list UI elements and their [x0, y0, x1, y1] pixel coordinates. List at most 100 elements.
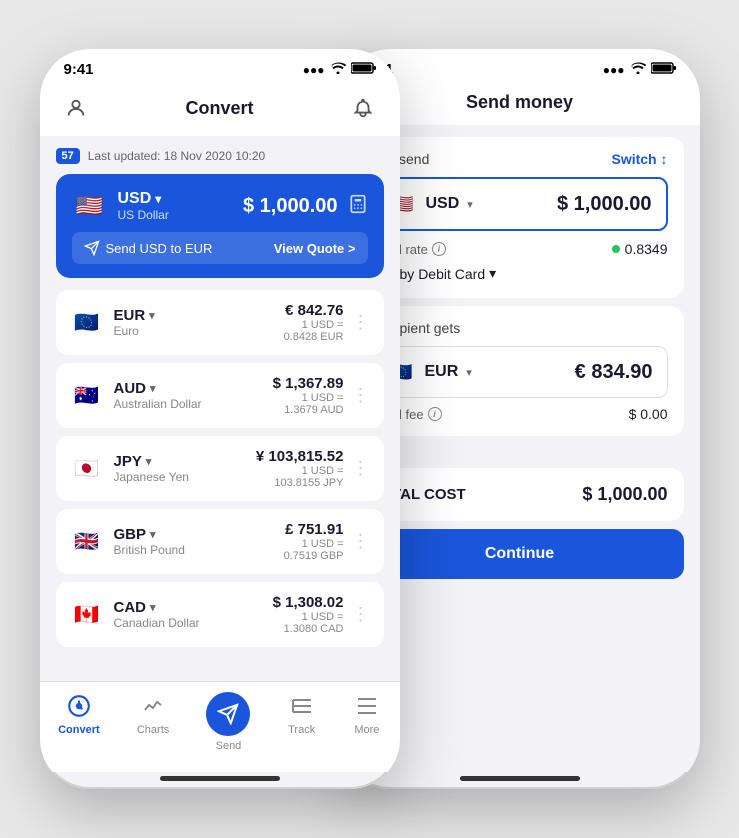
you-send-input-row[interactable]: 🇺🇸 USD ▾ $ 1,000.00: [372, 177, 668, 231]
send-rate-row: Send rate i 0.8349: [372, 231, 668, 261]
code-aud[interactable]: AUD ▾: [114, 380, 202, 397]
more-nav-icon: [353, 692, 381, 720]
recipient-input-row[interactable]: 🇪🇺 EUR ▾ € 834.90: [372, 346, 668, 398]
usd-flag: 🇺🇸: [72, 188, 108, 224]
wifi-icon-left: [330, 62, 346, 77]
dots-icon-cad[interactable]: ⋮: [352, 604, 370, 625]
switch-button[interactable]: Switch ↕: [611, 151, 667, 167]
rate-gbp: 1 USD =0.7519 GBP: [284, 538, 344, 562]
name-jpy: Japanese Yen: [114, 470, 189, 484]
amount-eur: € 842.76: [284, 302, 344, 319]
send-nav-icon: [206, 692, 250, 736]
recipient-gets-section: Recipient gets 🇪🇺 EUR ▾ € 834.90 Send fe…: [356, 306, 684, 436]
continue-button[interactable]: Continue: [356, 529, 684, 579]
send-currency-code: USD: [426, 195, 460, 213]
total-cost-bar: TOTAL COST $ 1,000.00: [356, 468, 684, 521]
convert-nav-icon: [65, 692, 93, 720]
send-currency-select[interactable]: 🇺🇸 USD ▾: [388, 189, 473, 219]
currency-row-eur[interactable]: 🇪🇺 EUR ▾ Euro € 842.76 1 USD =0.8428 EUR…: [56, 290, 384, 355]
main-currency-card[interactable]: 🇺🇸 USD ▾ US Dollar $ 1,000.00: [56, 174, 384, 278]
amount-cad: $ 1,308.02: [273, 594, 344, 611]
wifi-icon-right: [630, 62, 646, 77]
flag-aud: 🇦🇺: [70, 379, 104, 413]
flag-gbp: 🇬🇧: [70, 525, 104, 559]
battery-icon-right: [651, 62, 676, 77]
usd-amount: $ 1,000.00: [243, 195, 338, 218]
bottom-nav-left: Convert Charts Send Track: [40, 681, 400, 772]
recipient-currency-code: EUR: [425, 363, 459, 381]
page-title-left: Convert: [185, 98, 253, 119]
send-rate-info-icon[interactable]: i: [432, 242, 446, 256]
usd-dropdown-icon[interactable]: ▾: [155, 192, 161, 206]
usd-code[interactable]: USD ▾: [118, 190, 169, 208]
dots-icon-eur[interactable]: ⋮: [352, 312, 370, 333]
recipient-amount: € 834.90: [575, 361, 653, 384]
flag-cad: 🇨🇦: [70, 598, 104, 632]
nav-more-label: More: [354, 724, 379, 736]
nav-convert[interactable]: Convert: [58, 692, 100, 752]
send-rate-value: 0.8349: [612, 241, 668, 257]
pay-method-chevron[interactable]: ▾: [489, 265, 496, 282]
currency-row-gbp[interactable]: 🇬🇧 GBP ▾ British Pound £ 751.91 1 USD =0…: [56, 509, 384, 574]
dots-icon-jpy[interactable]: ⋮: [352, 458, 370, 479]
nav-charts[interactable]: Charts: [137, 692, 169, 752]
currency-row-cad[interactable]: 🇨🇦 CAD ▾ Canadian Dollar $ 1,308.02 1 US…: [56, 582, 384, 647]
app-header-left: Convert: [40, 84, 400, 136]
status-time-left: 9:41: [64, 61, 94, 78]
rate-cad: 1 USD =1.3080 CAD: [273, 611, 344, 635]
nav-more[interactable]: More: [353, 692, 381, 752]
send-amount[interactable]: $ 1,000.00: [557, 193, 652, 216]
status-icons-left: ●●●: [303, 62, 376, 77]
rate-aud: 1 USD =1.3679 AUD: [273, 392, 344, 416]
view-quote-btn[interactable]: View Quote >: [274, 241, 356, 256]
dots-icon-aud[interactable]: ⋮: [352, 385, 370, 406]
last-updated-bar: 57 Last updated: 18 Nov 2020 10:20: [56, 148, 384, 164]
code-cad[interactable]: CAD ▾: [114, 599, 200, 616]
rate-jpy: 1 USD =103.8155 JPY: [256, 465, 344, 489]
dots-icon-gbp[interactable]: ⋮: [352, 531, 370, 552]
nav-send[interactable]: Send: [206, 692, 250, 752]
currency-row-aud[interactable]: 🇦🇺 AUD ▾ Australian Dollar $ 1,367.89 1 …: [56, 363, 384, 428]
flag-eur: 🇪🇺: [70, 306, 104, 340]
recipient-gets-label: Recipient gets: [372, 320, 668, 336]
name-cad: Canadian Dollar: [114, 616, 200, 630]
name-eur: Euro: [114, 324, 155, 338]
recipient-currency-chevron[interactable]: ▾: [466, 366, 472, 379]
amount-aud: $ 1,367.89: [273, 375, 344, 392]
green-dot-icon: [612, 245, 620, 253]
name-gbp: British Pound: [114, 543, 185, 557]
send-bar[interactable]: Send USD to EUR View Quote >: [72, 232, 368, 264]
battery-icon-left: [351, 62, 376, 77]
nav-track[interactable]: Track: [288, 692, 316, 752]
name-aud: Australian Dollar: [114, 397, 202, 411]
send-fee-row: Send fee i $ 0.00: [372, 398, 668, 422]
status-icons-right: ●●●: [603, 62, 676, 77]
home-indicator-left: [160, 776, 280, 781]
page-title-right: Send money: [466, 92, 573, 113]
chart-nav-icon: [139, 692, 167, 720]
send-fee-info-icon[interactable]: i: [428, 407, 442, 421]
code-jpy[interactable]: JPY ▾: [114, 453, 189, 470]
user-icon[interactable]: [60, 92, 92, 124]
code-eur[interactable]: EUR ▾: [114, 307, 155, 324]
nav-send-label: Send: [216, 740, 242, 752]
send-currency-chevron[interactable]: ▾: [467, 198, 473, 211]
bell-icon[interactable]: [347, 92, 379, 124]
total-cost-value: $ 1,000.00: [582, 484, 667, 505]
nav-convert-label: Convert: [58, 724, 100, 736]
status-bar-left: 9:41 ●●●: [40, 49, 400, 84]
send-label: Send USD to EUR: [106, 241, 213, 256]
code-gbp[interactable]: GBP ▾: [114, 526, 185, 543]
calculator-icon[interactable]: [348, 194, 368, 219]
home-indicator-right: [460, 776, 580, 781]
currency-row-jpy[interactable]: 🇯🇵 JPY ▾ Japanese Yen ¥ 103,815.52 1 USD…: [56, 436, 384, 501]
amount-jpy: ¥ 103,815.52: [256, 448, 344, 465]
phones-container: 9:41 ●●● Convert: [20, 20, 719, 818]
update-text: Last updated: 18 Nov 2020 10:20: [88, 149, 265, 163]
pay-method-row[interactable]: Pay by Debit Card ▾: [372, 261, 668, 284]
track-nav-icon: [288, 692, 316, 720]
update-badge: 57: [56, 148, 80, 164]
signal-icon-left: ●●●: [303, 63, 325, 77]
nav-track-label: Track: [288, 724, 315, 736]
send-fee-value: $ 0.00: [629, 406, 668, 422]
